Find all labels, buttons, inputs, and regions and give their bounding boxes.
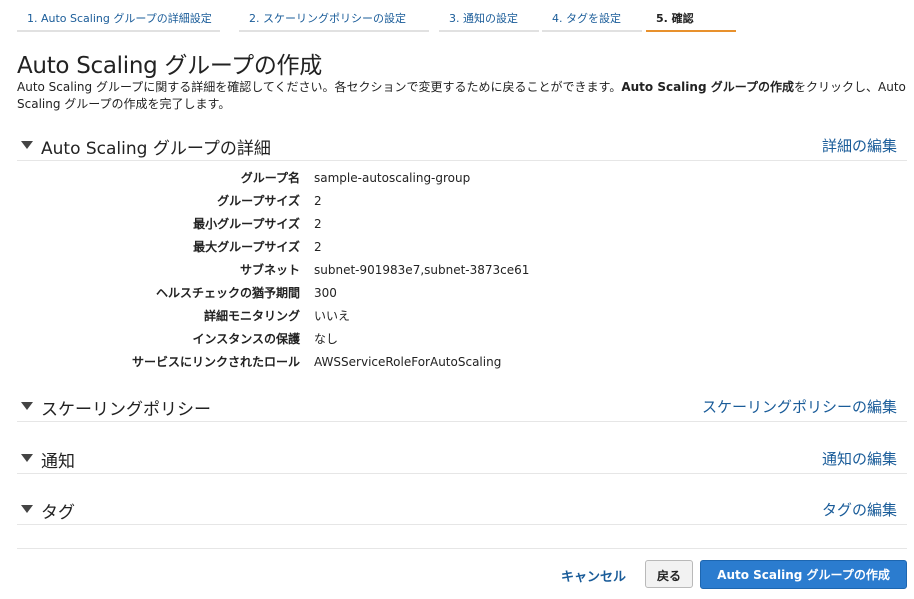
wizard-step-4[interactable]: 4. タグを設定 <box>542 6 642 32</box>
collapse-triangle-icon[interactable] <box>21 454 33 462</box>
collapse-triangle-icon[interactable] <box>21 505 33 513</box>
wizard-step-3[interactable]: 3. 通知の設定 <box>439 6 539 32</box>
edit-notifications-link[interactable]: 通知の編集 <box>822 448 897 469</box>
intro-text-bold: Auto Scaling グループの作成 <box>621 80 794 94</box>
section-notifications-title[interactable]: 通知 <box>41 447 75 472</box>
section-tags-header[interactable]: タグ タグの編集 <box>17 498 907 525</box>
detail-row: インスタンスの保護 なし <box>17 329 617 352</box>
detail-label: ヘルスチェックの猶予期間 <box>155 286 300 300</box>
detail-label: サービスにリンクされたロール <box>131 355 300 369</box>
section-divider <box>17 421 907 422</box>
section-details-header[interactable]: Auto Scaling グループの詳細 詳細の編集 <box>17 134 907 161</box>
section-divider <box>17 473 907 474</box>
page-title: Auto Scaling グループの作成 <box>17 53 322 79</box>
detail-row: 詳細モニタリング いいえ <box>17 306 617 329</box>
back-button[interactable]: 戻る <box>645 560 693 588</box>
edit-tags-link[interactable]: タグの編集 <box>822 499 897 520</box>
collapse-triangle-icon[interactable] <box>21 141 33 149</box>
detail-row: サブネット subnet-901983e7,subnet-3873ce61 <box>17 260 617 283</box>
section-scaling-policy-header[interactable]: スケーリングポリシー スケーリングポリシーの編集 <box>17 395 907 422</box>
cancel-link[interactable]: キャンセル <box>561 566 626 585</box>
edit-scaling-policy-link[interactable]: スケーリングポリシーの編集 <box>702 396 897 417</box>
detail-label: グループサイズ <box>217 194 300 208</box>
detail-label: グループ名 <box>240 171 300 185</box>
detail-row: グループサイズ 2 <box>17 191 617 214</box>
section-notifications-header[interactable]: 通知 通知の編集 <box>17 447 907 474</box>
edit-details-link[interactable]: 詳細の編集 <box>822 135 897 156</box>
detail-value: なし <box>314 332 339 346</box>
detail-label: サブネット <box>239 263 300 277</box>
intro-text-part1: Auto Scaling グループに関する詳細を確認してください。各セクションで… <box>17 80 622 94</box>
detail-value: 2 <box>314 217 322 231</box>
detail-value: AWSServiceRoleForAutoScaling <box>314 355 502 369</box>
detail-label: 詳細モニタリング <box>203 309 300 323</box>
detail-value: sample-autoscaling-group <box>314 171 471 185</box>
details-list: グループ名 sample-autoscaling-group グループサイズ 2… <box>17 168 617 375</box>
detail-row: 最小グループサイズ 2 <box>17 214 617 237</box>
detail-value: 2 <box>314 194 322 208</box>
wizard-step-1[interactable]: 1. Auto Scaling グループの詳細設定 <box>17 6 220 32</box>
wizard-step-5: 5. 確認 <box>646 6 736 32</box>
section-divider <box>17 160 907 161</box>
detail-label: 最小グループサイズ <box>193 217 300 231</box>
detail-label: インスタンスの保護 <box>192 332 300 346</box>
detail-row: グループ名 sample-autoscaling-group <box>17 168 617 191</box>
detail-value: 300 <box>314 286 337 300</box>
footer-divider <box>17 548 907 549</box>
detail-row: サービスにリンクされたロール AWSServiceRoleForAutoScal… <box>17 352 617 375</box>
wizard-steps: 1. Auto Scaling グループの詳細設定 2. スケーリングポリシーの… <box>17 6 897 34</box>
detail-value: subnet-901983e7,subnet-3873ce61 <box>314 263 530 277</box>
detail-value: 2 <box>314 240 322 254</box>
detail-row: ヘルスチェックの猶予期間 300 <box>17 283 617 306</box>
section-divider <box>17 524 907 525</box>
detail-row: 最大グループサイズ 2 <box>17 237 617 260</box>
wizard-step-2[interactable]: 2. スケーリングポリシーの設定 <box>239 6 429 32</box>
detail-label: 最大グループサイズ <box>193 240 300 254</box>
create-auto-scaling-group-button[interactable]: Auto Scaling グループの作成 <box>700 560 907 589</box>
collapse-triangle-icon[interactable] <box>21 402 33 410</box>
section-scaling-policy-title[interactable]: スケーリングポリシー <box>41 395 211 420</box>
section-details-title[interactable]: Auto Scaling グループの詳細 <box>41 134 271 159</box>
detail-value: いいえ <box>314 309 351 323</box>
intro-text: Auto Scaling グループに関する詳細を確認してください。各セクションで… <box>17 79 907 113</box>
section-tags-title[interactable]: タグ <box>41 498 75 523</box>
